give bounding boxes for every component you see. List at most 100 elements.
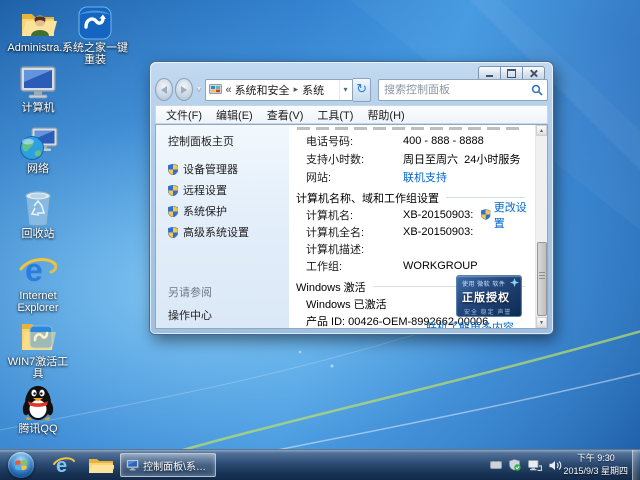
online-support-link[interactable]: 联机支持 bbox=[403, 169, 447, 185]
change-settings-link[interactable]: 更改设置 bbox=[494, 199, 535, 231]
security-shield-icon[interactable] bbox=[509, 459, 521, 471]
back-button[interactable] bbox=[155, 78, 173, 101]
sidebar: 控制面板主页 设备管理器 远程设置 系统保护 高级系统设置 另请参阅 bbox=[156, 125, 289, 328]
ie-icon: e bbox=[53, 454, 75, 476]
taskbar-explorer-button[interactable] bbox=[88, 455, 114, 480]
taskbar-clock[interactable]: 下午 9:30 2015/9/3 星期四 bbox=[563, 452, 628, 477]
breadcrumb-separator-icon: ▸ bbox=[294, 84, 299, 95]
scroll-down-button[interactable]: ▼ bbox=[536, 317, 547, 328]
system-tray bbox=[490, 450, 562, 480]
menu-bar: 文件(F) 编辑(E) 查看(V) 工具(T) 帮助(H) bbox=[155, 105, 548, 124]
computer-name-row: 计算机名: XB-20150903: 更改设置 bbox=[306, 208, 535, 221]
search-input[interactable] bbox=[379, 84, 531, 96]
section-title: Windows 激活 bbox=[296, 279, 366, 295]
genuine-badge: 使用 微软 软件 正版授权 安全 稳定 声誉 bbox=[456, 275, 522, 317]
website-row: 网站: 联机支持 bbox=[306, 170, 535, 183]
desktop-icon-label: 回收站 bbox=[4, 228, 72, 240]
sidebar-device-manager[interactable]: 设备管理器 bbox=[168, 161, 289, 177]
desktop-icon-computer[interactable]: 计算机 bbox=[4, 66, 72, 114]
badge-star-icon bbox=[510, 278, 519, 287]
breadcrumb-overflow[interactable]: « bbox=[225, 84, 231, 96]
menu-file[interactable]: 文件(F) bbox=[159, 107, 209, 123]
forward-arrow-icon bbox=[181, 86, 191, 94]
network-icon bbox=[18, 127, 58, 161]
main-content: 电话号码: 400 - 888 - 8888 支持小时数: 周日至周六 24小时… bbox=[289, 125, 535, 328]
desktop-icon-recycle-bin[interactable]: 回收站 bbox=[4, 188, 72, 240]
vertical-scrollbar[interactable]: ▲ ▼ bbox=[535, 125, 547, 328]
ie-icon: e bbox=[19, 252, 57, 288]
show-desktop-button[interactable] bbox=[632, 450, 640, 480]
change-settings[interactable]: 更改设置 bbox=[481, 199, 535, 231]
sidebar-item-label: 系统保护 bbox=[183, 203, 227, 219]
activation-status: Windows 已激活 bbox=[306, 296, 387, 312]
menu-help[interactable]: 帮助(H) bbox=[360, 107, 411, 123]
taskbar-ie-button[interactable]: e bbox=[52, 453, 76, 477]
back-arrow-icon bbox=[157, 86, 167, 94]
desktop-icon-internet-explorer[interactable]: e Internet Explorer bbox=[4, 252, 72, 314]
desktop-icon-label: 网络 bbox=[4, 163, 72, 175]
system-window-icon bbox=[126, 458, 139, 472]
desktop-icon-label: Internet Explorer bbox=[4, 290, 72, 314]
scrollbar-thumb[interactable] bbox=[537, 242, 547, 316]
row-label: 支持小时数: bbox=[306, 151, 403, 167]
volume-icon[interactable] bbox=[549, 460, 562, 471]
sidebar-item-label: 高级系统设置 bbox=[183, 224, 249, 240]
start-button[interactable] bbox=[8, 452, 34, 478]
system-window: ▼ « 系统和安全 ▸ 系统 ▾ ↻ bbox=[150, 62, 553, 334]
address-bar[interactable]: « 系统和安全 ▸ 系统 ▾ bbox=[205, 79, 353, 101]
navigation-bar: ▼ « 系统和安全 ▸ 系统 ▾ ↻ bbox=[155, 78, 548, 101]
row-value: 400 - 888 - 8888 bbox=[403, 135, 484, 147]
row-label: 工作组: bbox=[306, 258, 403, 274]
sidebar-system-protection[interactable]: 系统保护 bbox=[168, 203, 289, 219]
uac-shield-icon bbox=[168, 227, 178, 238]
desktop-icon-win7-activator[interactable]: WIN7激活工具 bbox=[4, 318, 72, 380]
sidebar-action-center[interactable]: 操作中心 bbox=[168, 307, 289, 323]
clock-date: 2015/9/3 星期四 bbox=[563, 465, 628, 478]
menu-tools[interactable]: 工具(T) bbox=[310, 107, 360, 123]
qq-penguin-icon bbox=[21, 383, 55, 421]
badge-bottom-text: 安全 稳定 声誉 bbox=[464, 307, 521, 316]
breadcrumb-security[interactable]: 系统和安全 bbox=[235, 82, 290, 98]
workgroup-row: 工作组: WORKGROUP bbox=[306, 259, 535, 272]
recycle-bin-icon bbox=[22, 188, 54, 226]
row-label: 计算机描述: bbox=[306, 241, 403, 257]
row-value: XB-20150903: bbox=[403, 209, 473, 221]
sidebar-windows-update[interactable]: Windows Update bbox=[168, 328, 289, 329]
desktop-icon-label: 系统之家一键重装 bbox=[60, 42, 130, 66]
desktop-icon-system-reinstall[interactable]: 系统之家一键重装 bbox=[60, 6, 130, 66]
search-icon bbox=[531, 84, 543, 96]
breadcrumb-system[interactable]: 系统 bbox=[302, 82, 324, 98]
uac-shield-icon bbox=[168, 164, 178, 175]
search-box[interactable] bbox=[378, 79, 548, 101]
badge-top-text: 使用 微软 软件 bbox=[462, 279, 511, 288]
uac-shield-icon bbox=[168, 185, 178, 196]
computer-description-row: 计算机描述: bbox=[306, 242, 535, 255]
forward-button[interactable] bbox=[175, 78, 193, 101]
sidebar-control-panel-home[interactable]: 控制面板主页 bbox=[168, 133, 289, 149]
badge-main-text: 正版授权 bbox=[462, 289, 521, 305]
row-label: 网站: bbox=[306, 169, 403, 185]
windows-flag-icon bbox=[14, 458, 28, 472]
menu-edit[interactable]: 编辑(E) bbox=[209, 107, 260, 123]
window-body: 控制面板主页 设备管理器 远程设置 系统保护 高级系统设置 另请参阅 bbox=[155, 124, 548, 329]
recent-pages-dropdown[interactable]: ▼ bbox=[196, 86, 203, 93]
scroll-up-button[interactable]: ▲ bbox=[536, 125, 547, 136]
activator-folder-icon bbox=[18, 318, 58, 354]
taskbar-control-panel-task[interactable]: 控制面板\系统和... bbox=[120, 453, 216, 477]
learn-more-link[interactable]: 联机了解更多内容... bbox=[426, 319, 523, 329]
uac-shield-icon bbox=[168, 206, 178, 217]
desktop-icon-qq[interactable]: 腾讯QQ bbox=[4, 383, 72, 435]
address-dropdown-icon[interactable]: ▾ bbox=[339, 80, 350, 100]
row-label: 电话号码: bbox=[306, 133, 403, 149]
sidebar-remote-settings[interactable]: 远程设置 bbox=[168, 182, 289, 198]
hidden-icons-button[interactable] bbox=[490, 460, 502, 470]
network-status-icon[interactable] bbox=[528, 460, 542, 471]
refresh-button[interactable]: ↻ bbox=[353, 78, 371, 102]
desktop-icon-network[interactable]: 网络 bbox=[4, 127, 72, 175]
see-also-header: 另请参阅 bbox=[168, 284, 289, 300]
sidebar-item-label: 设备管理器 bbox=[183, 161, 238, 177]
sidebar-advanced-settings[interactable]: 高级系统设置 bbox=[168, 224, 289, 240]
menu-view[interactable]: 查看(V) bbox=[260, 107, 311, 123]
row-value: XB-20150903: bbox=[403, 226, 473, 238]
support-hours-row: 支持小时数: 周日至周六 24小时服务 bbox=[306, 152, 535, 165]
